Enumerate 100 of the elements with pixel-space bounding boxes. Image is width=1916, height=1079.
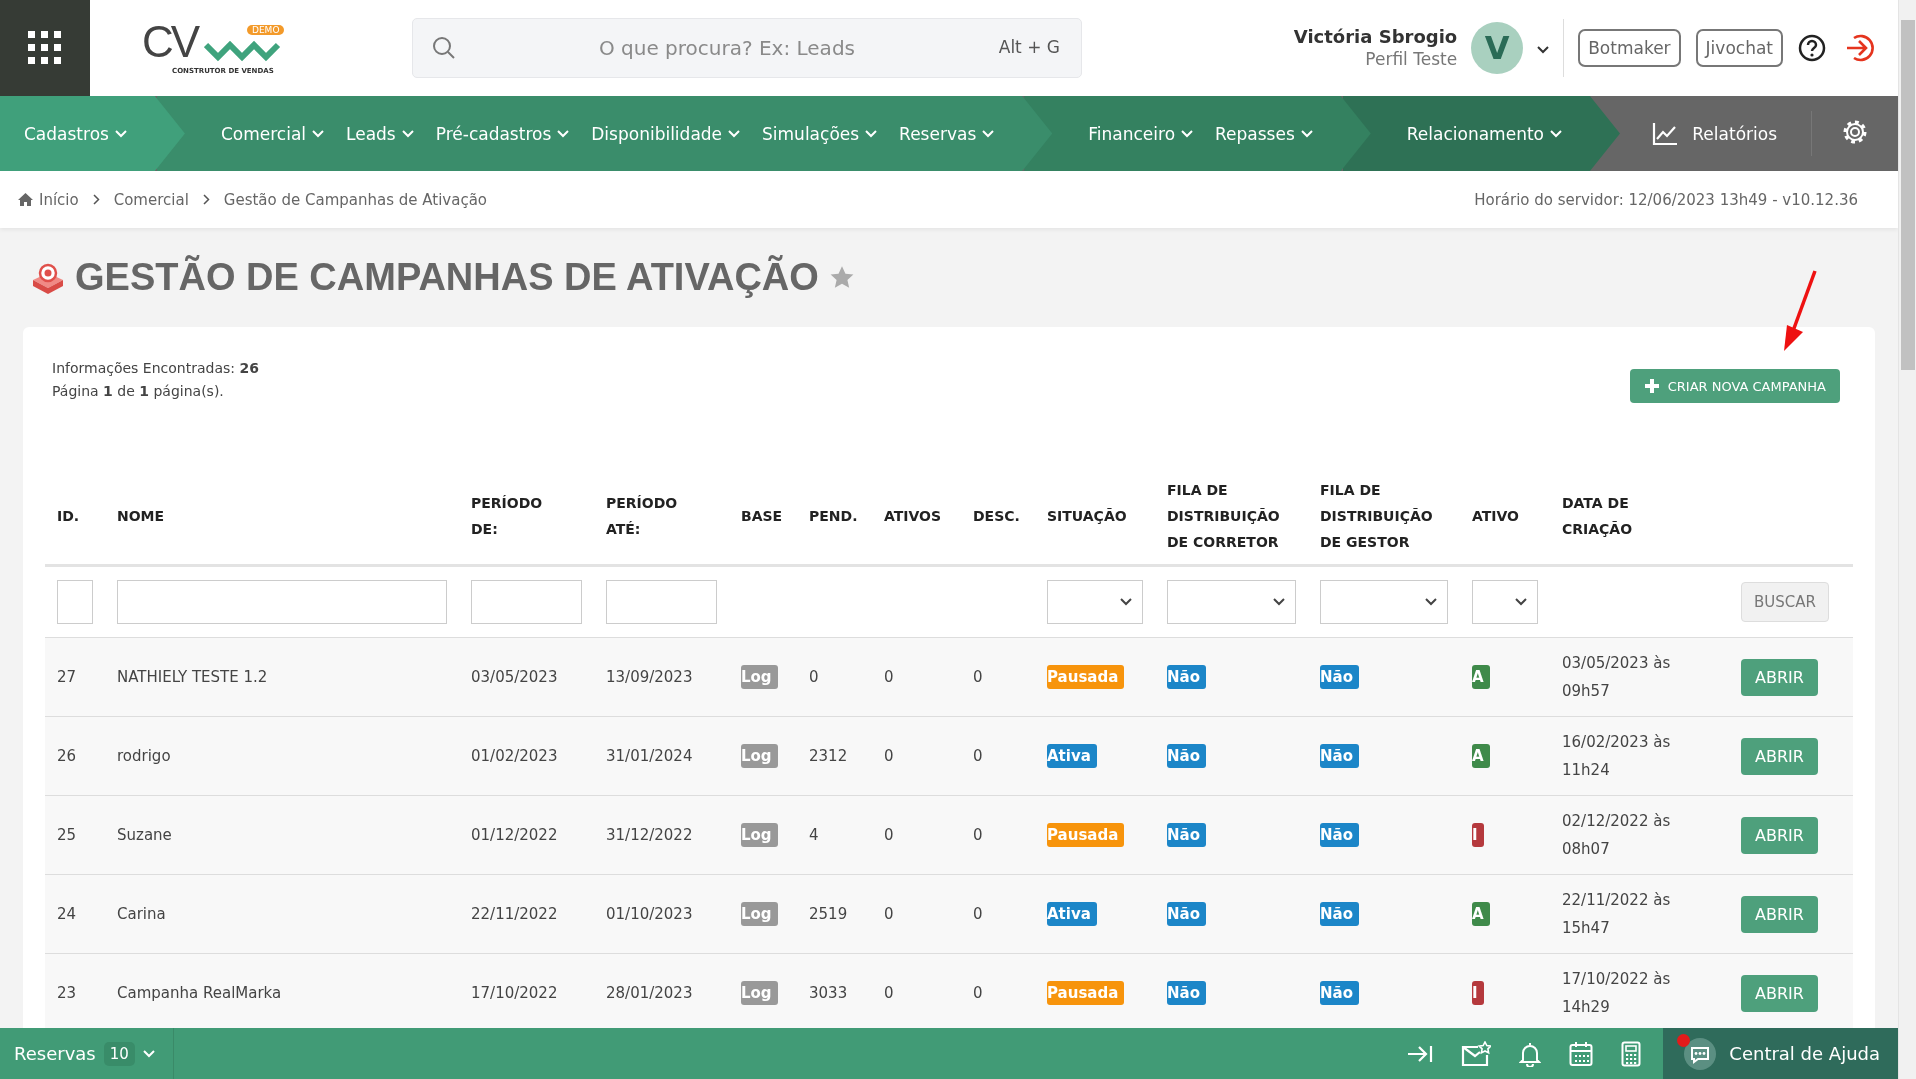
table-cell-text: 01/10/2023	[605, 905, 694, 923]
open-button[interactable]: ABRIR	[1741, 816, 1818, 854]
nav-menu-item[interactable]: Relacionamento	[1406, 123, 1562, 144]
table-cell-text: 22/11/2022 às 15h47	[1561, 890, 1672, 939]
calendar-icon[interactable]	[1569, 1040, 1594, 1067]
filter-input[interactable]	[606, 580, 717, 624]
table-cell-text: 17/10/2022	[470, 984, 559, 1002]
user-name: Victória Sbrogio	[1293, 26, 1458, 48]
filter-input[interactable]	[471, 580, 582, 624]
nav-menu-item[interactable]: Simulações	[762, 123, 878, 144]
table-cell-text: 0	[883, 826, 895, 844]
table-cell-text: 13/09/2023	[605, 668, 694, 686]
queue-badge: Não	[1320, 665, 1359, 689]
active-badge: I	[1472, 823, 1484, 847]
log-badge[interactable]: Log	[741, 744, 778, 768]
calculator-icon[interactable]	[1621, 1040, 1642, 1067]
help-center-button[interactable]: Central de Ajuda	[1663, 1028, 1898, 1079]
chevron-down-icon	[1300, 129, 1313, 138]
filter-input[interactable]	[117, 580, 447, 624]
chevron-down-icon	[865, 129, 878, 138]
reservations-toggle[interactable]: Reservas 10	[0, 1028, 174, 1079]
chevron-right-icon	[92, 193, 100, 205]
nav-menu-item[interactable]: Leads	[346, 123, 414, 144]
favorite-star-icon[interactable]	[828, 265, 855, 290]
reports-link[interactable]: Relatórios	[1618, 111, 1812, 156]
log-badge[interactable]: Log	[741, 902, 778, 926]
help-icon[interactable]	[1798, 34, 1826, 62]
chevron-down-icon	[114, 129, 127, 138]
integration-button[interactable]: Botmaker	[1578, 29, 1681, 67]
user-profile: Perfil Teste	[1364, 48, 1458, 70]
chevron-down-icon	[557, 129, 570, 138]
table-cell-text: 0	[972, 668, 984, 686]
queue-badge: Não	[1167, 981, 1206, 1005]
table-cell-text: 2312	[808, 747, 849, 765]
nav-menu-item[interactable]: Reservas	[899, 123, 995, 144]
status-badge: Pausada	[1047, 823, 1125, 847]
column-header: NOME	[116, 506, 166, 526]
column-header: ATIVOS	[883, 506, 943, 526]
log-badge[interactable]: Log	[741, 823, 778, 847]
envelope-star-icon[interactable]	[1461, 1040, 1492, 1067]
column-header: PERÍODO DE:	[470, 493, 544, 539]
status-badge: Ativa	[1047, 744, 1097, 768]
grid-menu-icon[interactable]	[28, 31, 62, 65]
column-header: DESC.	[972, 506, 1021, 526]
log-badge[interactable]: Log	[741, 665, 778, 689]
table-cell-text: 03/05/2023	[470, 668, 559, 686]
line-chart-icon	[1652, 121, 1679, 146]
status-badge: Pausada	[1047, 981, 1125, 1005]
nav-menu-item[interactable]: Pré-cadastros	[435, 123, 570, 144]
home-icon	[18, 193, 33, 206]
chevron-down-icon	[1120, 598, 1132, 606]
user-avatar[interactable]: V	[1471, 22, 1524, 74]
page-title: GESTÃO DE CAMPANHAS DE ATIVAÇÃO	[75, 256, 819, 299]
nav-menu-item[interactable]: Financeiro	[1088, 123, 1194, 144]
open-button[interactable]: ABRIR	[1741, 658, 1818, 696]
table-cell-text: 31/12/2022	[605, 826, 694, 844]
queue-badge: Não	[1320, 902, 1359, 926]
table-cell-text: rodrigo	[116, 747, 172, 765]
table-cell-text: 0	[808, 668, 820, 686]
table-cell-text: 31/01/2024	[605, 747, 694, 765]
table-cell-text: NATHIELY TESTE 1.2	[116, 668, 269, 686]
collapse-arrow-icon[interactable]	[1407, 1043, 1434, 1064]
status-badge: Pausada	[1047, 665, 1125, 689]
table-cell-text: 0	[883, 905, 895, 923]
nav-menu-item[interactable]: Comercial	[220, 123, 325, 144]
nav-menu-item[interactable]: Repasses	[1215, 123, 1313, 144]
column-header: PEND.	[808, 506, 859, 526]
shortcut-hint: Alt + G	[998, 37, 1060, 57]
nav-menu-item[interactable]: Disponibilidade	[591, 123, 741, 144]
table-cell-text: 4	[808, 826, 820, 844]
breadcrumb-link[interactable]: Comercial	[113, 190, 189, 209]
table-cell-text: 0	[972, 905, 984, 923]
integration-button[interactable]: Jivochat	[1695, 29, 1783, 67]
log-badge[interactable]: Log	[741, 981, 778, 1005]
logout-icon[interactable]	[1844, 32, 1876, 64]
queue-badge: Não	[1167, 823, 1206, 847]
nav-menu-item[interactable]: Cadastros	[24, 123, 127, 144]
open-button[interactable]: ABRIR	[1741, 895, 1818, 933]
filter-input[interactable]	[57, 580, 93, 624]
target-icon	[31, 261, 65, 294]
active-badge: I	[1472, 981, 1484, 1005]
table-cell-text: 28/01/2023	[605, 984, 694, 1002]
active-badge: A	[1472, 744, 1490, 768]
active-badge: A	[1472, 902, 1490, 926]
table-cell-text: 3033	[808, 984, 849, 1002]
settings-icon[interactable]	[1842, 118, 1868, 145]
table-cell-text: 25	[56, 826, 78, 844]
scrollbar-thumb[interactable]	[1900, 20, 1915, 370]
table-cell-text: 02/12/2022 às 08h07	[1561, 811, 1672, 860]
bell-icon[interactable]	[1519, 1040, 1542, 1067]
open-button[interactable]: ABRIR	[1741, 737, 1818, 775]
search-button[interactable]: BUSCAR	[1741, 582, 1829, 622]
open-button[interactable]: ABRIR	[1741, 974, 1818, 1012]
table-cell-text: 16/02/2023 às 11h24	[1561, 732, 1672, 781]
create-campaign-button[interactable]: CRIAR NOVA CAMPANHA	[1629, 369, 1840, 403]
chevron-down-icon	[312, 129, 325, 138]
search-icon	[432, 36, 456, 60]
plus-icon	[1643, 378, 1660, 394]
breadcrumb-link[interactable]: Início	[39, 190, 79, 209]
table-cell-text: 17/10/2022 às 14h29	[1561, 969, 1672, 1018]
